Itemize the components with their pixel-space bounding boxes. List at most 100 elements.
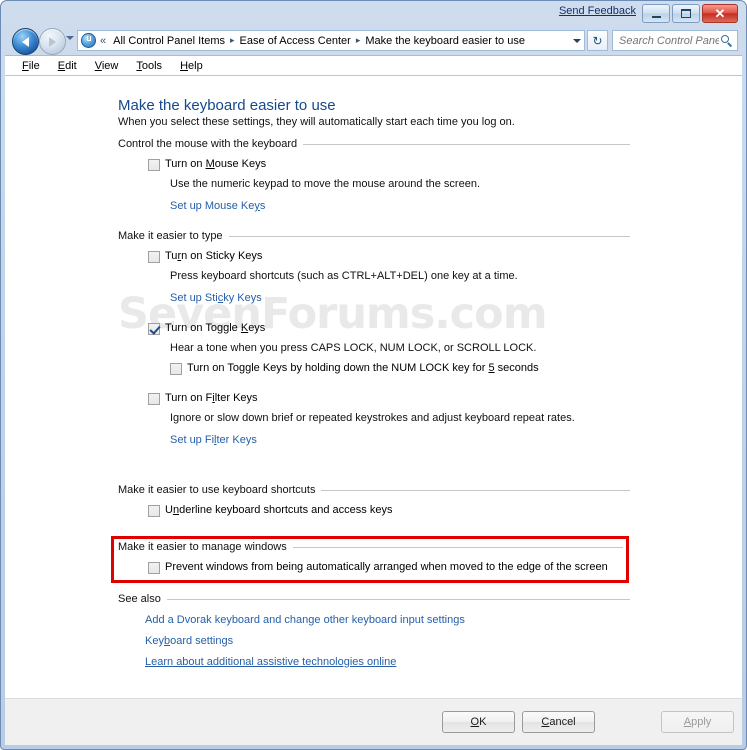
navigation-bar: « All Control Panel Items ▸ Ease of Acce… [5,27,742,55]
section-header-label: Make it easier to type [118,230,223,242]
checkbox-toggle-keys-numlock-hold[interactable] [170,363,182,375]
cancel-accesskey: C [541,716,550,728]
section-header-mouse-keys: Control the mouse with the keyboard [118,138,630,150]
link-part: Set up Mouse Ke [170,200,255,212]
close-button[interactable]: ✕ [702,4,738,23]
back-button[interactable] [12,28,39,55]
section-divider-line [228,235,630,237]
section-see-also: See also Add a Dvorak keyboard and chang… [118,593,630,668]
menu-file[interactable]: File [13,58,49,74]
breadcrumb-item-1[interactable]: Ease of Access Center [237,33,354,49]
maximize-icon [681,9,691,18]
search-box[interactable] [612,30,738,51]
cancel-label: ancel [549,716,576,728]
breadcrumb-separator-icon: ▸ [230,35,235,45]
link-part: Key [145,635,164,647]
section-header-label: See also [118,593,161,605]
row-toggle-keys-numlock-hold[interactable]: Turn on Toggle Keys by holding down the … [170,362,630,375]
link-part: ky Keys [223,292,262,304]
row-prevent-window-arrange[interactable]: Prevent windows from being automatically… [148,561,623,574]
link-part: Set up Sti [170,292,218,304]
refresh-button[interactable]: ↻ [587,30,608,51]
label-turn-on-mouse-keys[interactable]: Turn on Mouse Keys [165,158,266,170]
breadcrumb-separator-icon: ▸ [355,35,361,45]
checkbox-prevent-window-arrange[interactable] [148,562,160,574]
refresh-icon: ↻ [592,33,603,48]
section-header-shortcuts: Make it easier to use keyboard shortcuts [118,484,630,496]
section-divider-line [292,546,623,548]
menu-edit[interactable]: Edit [49,58,86,74]
row-turn-on-sticky-keys[interactable]: Turn on Sticky Keys [148,250,630,263]
link-keyboard-settings[interactable]: Keyboard settings [145,635,233,647]
send-feedback-link[interactable]: Send Feedback [559,5,636,17]
link-assistive-technologies[interactable]: Learn about additional assistive technol… [145,656,396,668]
menu-view[interactable]: View [86,58,128,74]
menu-edit-label: dit [65,60,77,72]
menu-tools[interactable]: Tools [127,58,171,74]
content-pane: SevenForums.com Make the keyboard easier… [5,75,742,699]
apply-button: Apply [661,711,734,733]
menu-help[interactable]: Help [171,58,212,74]
label-turn-on-toggle-keys[interactable]: Turn on Toggle Keys [165,322,265,334]
ok-accesskey: O [470,716,480,728]
label-part: seconds [494,362,539,374]
label-prevent-window-arrange[interactable]: Prevent windows from being automatically… [165,561,608,573]
desc-toggle-keys: Hear a tone when you press CAPS LOCK, NU… [170,342,537,354]
menu-bar: File Edit View Tools Help [5,55,742,76]
breadcrumb-overflow-chevron[interactable]: « [100,35,106,47]
label-part: Turn on Toggle [165,322,241,334]
checkbox-turn-on-toggle-keys[interactable] [148,323,160,335]
maximize-button[interactable] [672,4,700,23]
ok-button[interactable]: OK [442,711,515,733]
label-turn-on-filter-keys[interactable]: Turn on Filter Keys [165,392,258,404]
link-set-up-filter-keys[interactable]: Set up Filter Keys [170,434,257,446]
label-part: n on Sticky Keys [181,250,263,262]
link-dvorak-keyboard[interactable]: Add a Dvorak keyboard and change other k… [145,614,465,626]
arrow-right-icon [49,36,56,47]
recent-pages-dropdown-icon[interactable] [66,36,74,40]
cancel-button[interactable]: Cancel [522,711,595,733]
section-header-typing: Make it easier to type [118,230,630,242]
minimize-button[interactable] [642,4,670,23]
label-turn-on-sticky-keys[interactable]: Turn on Sticky Keys [165,250,262,262]
section-header-label: Make it easier to use keyboard shortcuts [118,484,316,496]
link-set-up-sticky-keys[interactable]: Set up Sticky Keys [170,292,262,304]
forward-button[interactable] [39,28,66,55]
breadcrumb-item-0[interactable]: All Control Panel Items [110,33,228,49]
dialog-footer: OK Cancel Apply [5,698,742,745]
section-header-label: Make it easier to manage windows [118,541,287,553]
row-underline-shortcuts[interactable]: Underline keyboard shortcuts and access … [148,504,630,517]
row-turn-on-filter-keys[interactable]: Turn on Filter Keys [148,392,630,405]
section-divider-line [166,598,630,600]
label-part: lter Keys [214,392,258,404]
checkbox-underline-shortcuts[interactable] [148,505,160,517]
control-panel-window: Send Feedback ✕ « All Control Panel Item… [0,0,747,750]
apply-label: pply [691,716,712,728]
label-part: Tu [165,250,178,262]
minimize-icon [651,15,661,18]
row-turn-on-mouse-keys[interactable]: Turn on Mouse Keys [148,158,630,171]
checkbox-turn-on-filter-keys[interactable] [148,393,160,405]
label-part: U [165,504,173,516]
menu-file-accesskey: F [22,60,29,72]
page-title: Make the keyboard easier to use [118,97,336,114]
section-manage-windows: Make it easier to manage windows Prevent… [118,541,623,574]
checkbox-turn-on-mouse-keys[interactable] [148,159,160,171]
label-underline-shortcuts[interactable]: Underline keyboard shortcuts and access … [165,504,392,516]
address-bar[interactable]: « All Control Panel Items ▸ Ease of Acce… [77,30,585,51]
label-toggle-keys-numlock-hold[interactable]: Turn on Toggle Keys by holding down the … [187,362,539,374]
desc-mouse-keys: Use the numeric keypad to move the mouse… [170,178,481,190]
link-set-up-mouse-keys[interactable]: Set up Mouse Keys [170,200,265,212]
menu-view-accesskey: V [94,60,102,72]
checkbox-turn-on-sticky-keys[interactable] [148,251,160,263]
section-header-label: Control the mouse with the keyboard [118,138,298,150]
address-dropdown-icon[interactable] [569,31,584,50]
ok-label: K [479,716,487,728]
desc-filter-keys: Ignore or slow down brief or repeated ke… [170,412,575,424]
label-part: Turn on [165,158,206,170]
breadcrumb-item-2[interactable]: Make the keyboard easier to use [362,33,528,49]
search-input[interactable] [617,33,721,48]
row-turn-on-toggle-keys[interactable]: Turn on Toggle Keys [148,322,630,335]
label-part: Turn on F [165,392,213,404]
section-header-see-also: See also [118,593,630,605]
